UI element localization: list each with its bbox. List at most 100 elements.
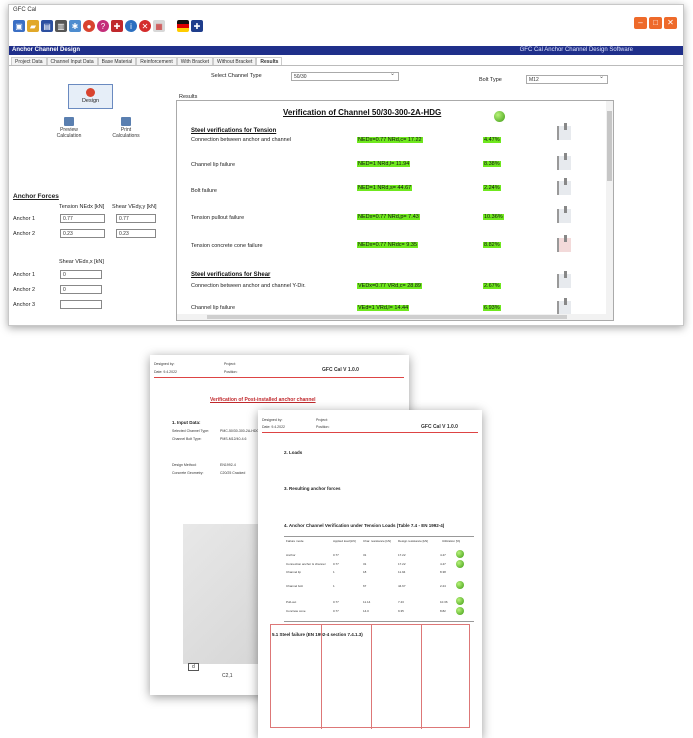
table-cell: 18 [363,570,367,574]
open-folder-icon[interactable]: ▰ [27,20,39,32]
preview-label: Preview Calculation [56,127,82,139]
table-cell: 17.22 [398,553,406,557]
tab-without-bracket[interactable]: Without Bracket [213,57,257,65]
check-percent: 4.47% [483,137,501,143]
tab-channel-input[interactable]: Channel Input Data [46,57,98,65]
shear-header: Shear VEdy,y [kN] [112,204,157,210]
tab-project-data[interactable]: Project Data [11,57,47,65]
tab-results[interactable]: Results [256,57,283,65]
position-label: Position: [316,425,330,429]
app-title: Anchor Channel Design [12,47,81,53]
check-label: Channel lip failure [191,162,236,168]
anchor-1-shear-input[interactable]: 0.77 [116,214,156,223]
language-icon[interactable]: ▦ [153,20,165,32]
check-label: Bolt failure [191,188,217,194]
table-cell: 2.24 [440,584,446,588]
preview-calculation-button[interactable]: Preview Calculation [49,115,89,141]
check-diagram-icon [557,298,571,315]
check-diagram-icon [557,123,571,140]
check-label: Channel lip failure [191,305,236,311]
shear-anchor-1-label: Anchor 1 [13,272,36,278]
anchor-2-tension-input[interactable]: 0.23 [60,229,105,238]
input-data-heading: 1. Input Data: [172,420,201,425]
check-value: NED=1 NRd,s= 44.67 [357,185,413,191]
info-icon[interactable]: i [125,20,137,32]
table-cell: Concrete cone [286,609,306,613]
maximize-icon[interactable]: □ [649,17,662,29]
shear-x-header: Shear VEdx,x [kN] [59,259,104,265]
check-percent: 8.82% [483,242,501,248]
check-percent: 8.38% [483,161,501,167]
report-title: Verification of Post-installed anchor ch… [210,397,316,403]
design-button-label: Design [81,98,100,104]
check-diagram-icon [557,178,571,195]
check-percent: 6.93% [483,305,501,311]
ok-status-icon [456,597,464,605]
check-label: Connection between anchor and channel [191,137,291,143]
input-row-value: C20/25 Cracked [220,471,246,475]
app-header: Anchor Channel Design GFC Cal Anchor Cha… [9,46,683,55]
anchor-1-tension-input[interactable]: 0.77 [60,214,105,223]
table-cell: 8.82 [440,609,446,613]
shear-anchor-3-input[interactable] [60,300,102,309]
tab-reinforcement[interactable]: Reinforcement [136,57,177,65]
input-row-label: Design Method: [172,463,197,467]
table-cell: 0.77 [333,553,339,557]
shear-anchor-2-label: Anchor 2 [13,287,36,293]
anchor-1-label: Anchor 1 [13,216,36,222]
preview-icon [64,117,74,126]
table-header: Applied load [kN] [333,539,356,543]
table-header: Design resistance [kN] [398,539,429,543]
table-cell: Anchor [286,553,296,557]
header-rule [154,377,404,378]
table-header: Utilization [%] [442,539,461,543]
input-row-value: PMS-M12/40-4.6 [220,437,247,441]
check-label: Tension concrete cone failure [191,243,263,249]
minimize-icon[interactable]: – [634,17,647,29]
shear-anchor-3-label: Anchor 3 [13,302,36,308]
bolt-type-select[interactable]: M12 [526,74,608,84]
anchor-forces-title: Anchor Forces [13,193,59,200]
ok-status-icon [456,560,464,568]
table-header: Char. resistance [kN] [363,539,391,543]
save-icon[interactable]: ▤ [41,20,53,32]
check-diagram-icon [557,153,571,170]
shear-anchor-2-input[interactable]: 0 [60,285,102,294]
new-file-icon[interactable]: ▣ [13,20,25,32]
anchor-2-shear-input[interactable]: 0.23 [116,229,156,238]
print-calculations-button[interactable]: Print Calculations [106,115,146,141]
check-value: VEDx=0.77 VRd,c= 28.89 [357,283,422,289]
table-cell: 11.14 [363,600,371,604]
horizontal-scrollbar[interactable] [177,314,608,320]
table-cell: 17.22 [398,562,406,566]
channel-type-select[interactable]: 50/30 [291,71,399,81]
table-cell: 4.47 [440,562,446,566]
tools-icon[interactable]: ✚ [111,20,123,32]
flag-uk-icon[interactable]: ✚ [191,20,203,32]
check-label: Connection between anchor and channel Y-… [191,283,306,289]
dimension-label: d [188,663,199,671]
tab-with-bracket[interactable]: With Bracket [176,57,214,65]
tension-section-title: Steel verifications for Tension [191,128,277,134]
table-cell: Pull-out [286,600,297,604]
grid-divider [321,625,322,729]
designed-by-label: Designed by: [154,362,175,366]
flag-de-icon[interactable] [177,20,189,32]
design-icon[interactable]: ● [83,20,95,32]
check-diagram-icon [557,271,571,288]
date-label: Date: 9.4.2022 [262,425,285,429]
help-icon[interactable]: ? [97,20,109,32]
grid-divider [371,625,372,729]
close-icon[interactable]: ✕ [664,17,677,29]
shear-anchor-1-input[interactable]: 0 [60,270,102,279]
print-icon[interactable]: ▥ [55,20,67,32]
anchor-2-label: Anchor 2 [13,231,36,237]
verification-title: Verification of Channel 50/30-300-2A-HDG [283,108,442,117]
stop-icon[interactable]: ✕ [139,20,151,32]
settings-icon[interactable]: ✱ [69,20,81,32]
tab-base-material[interactable]: Base Material [97,57,137,65]
design-button[interactable]: Design [68,84,113,109]
input-row-label: Concrete Geometry: [172,471,204,475]
ok-status-icon [456,607,464,615]
vertical-scrollbar[interactable] [606,101,613,320]
